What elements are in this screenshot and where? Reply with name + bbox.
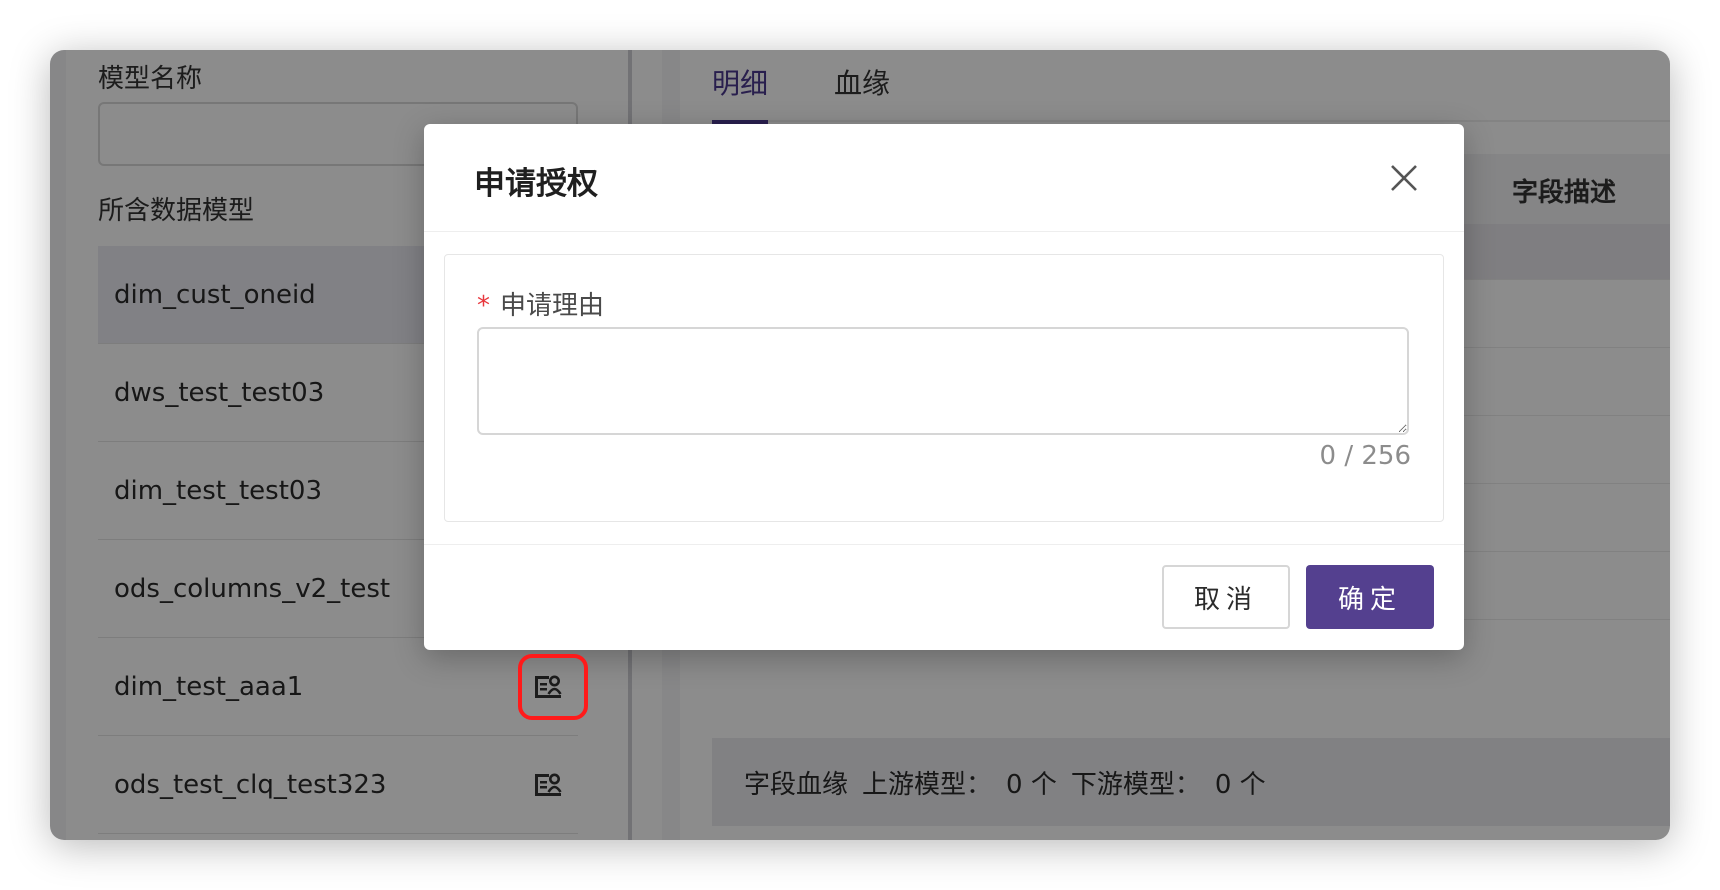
modal-title: 申请授权 bbox=[474, 166, 598, 202]
char-counter: 0 / 256 bbox=[1319, 441, 1411, 471]
app-window: 模型名称 所含数据模型 dim_cust_oneid dws_test_test… bbox=[50, 50, 1670, 840]
cancel-button[interactable]: 取消 bbox=[1162, 565, 1290, 629]
confirm-button[interactable]: 确定 bbox=[1306, 565, 1434, 629]
modal-form: * 申请理由 0 / 256 bbox=[444, 254, 1444, 522]
close-icon[interactable] bbox=[1384, 158, 1424, 198]
reason-label-text: 申请理由 bbox=[500, 291, 605, 321]
modal-footer: 取消 确定 bbox=[424, 544, 1464, 650]
reason-textarea[interactable] bbox=[477, 327, 1409, 435]
highlight-ring bbox=[518, 653, 588, 720]
required-mark: * bbox=[477, 291, 490, 321]
apply-permission-modal: 申请授权 * 申请理由 0 / 256 取消 确定 bbox=[424, 124, 1464, 650]
reason-label: * 申请理由 bbox=[477, 285, 604, 322]
modal-header: 申请授权 bbox=[424, 124, 1464, 232]
